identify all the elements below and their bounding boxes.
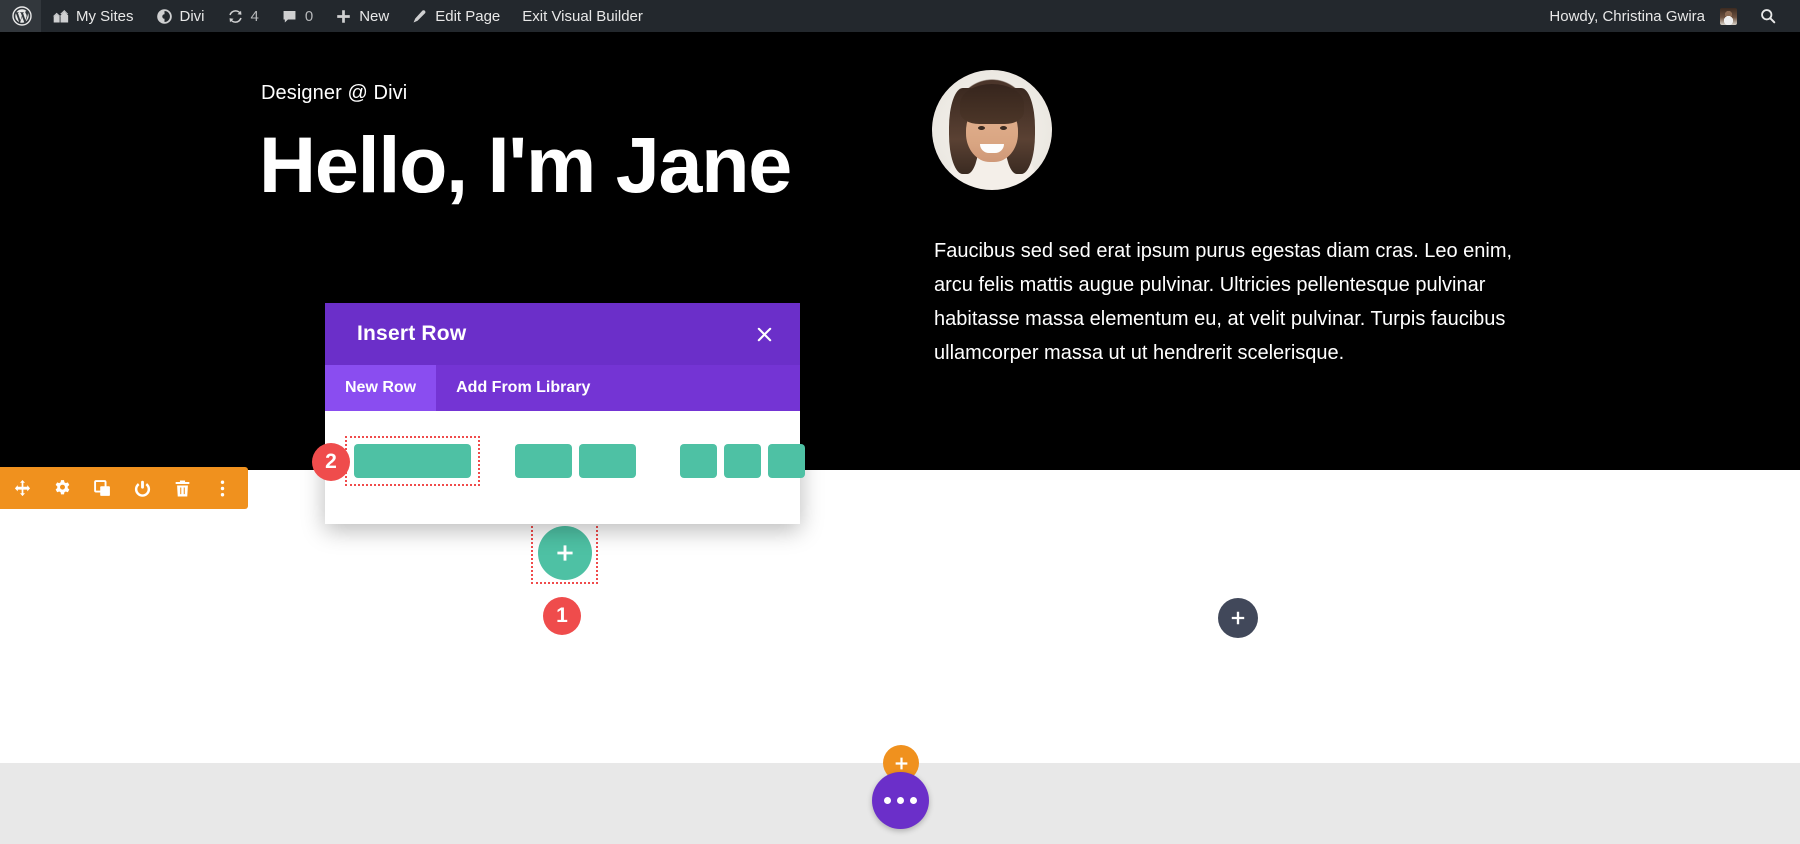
duplicate-icon[interactable] [92,478,112,498]
updates-icon [227,8,244,25]
gear-icon[interactable] [52,478,72,498]
hero-kicker: Designer @ Divi [261,82,408,104]
page-settings-menu-button[interactable] [872,772,929,829]
account-greeting: Howdy, Christina Gwira [1549,7,1705,25]
admin-bar-search-button[interactable] [1748,0,1788,32]
layout-column [680,444,717,478]
avatar [1720,7,1737,25]
modal-tabs: New Row Add From Library [325,365,800,411]
divi-logo-icon [156,8,173,25]
photo-detail [1000,126,1007,130]
ellipsis-icon [897,797,904,804]
profile-photo [932,70,1052,190]
modal-title: Insert Row [357,322,467,345]
trash-icon[interactable] [172,478,192,498]
section-toolbar [0,467,248,509]
insert-row-modal: Insert Row New Row Add From Library [325,303,805,524]
my-sites-icon [52,8,69,25]
pencil-icon [411,8,428,25]
tab-new-row[interactable]: New Row [325,365,437,411]
admin-bar-item-comments[interactable]: 0 [270,0,324,32]
photo-detail [960,84,1024,124]
row-layout-three-columns[interactable] [671,436,814,486]
layout-column [724,444,761,478]
layout-column [515,444,572,478]
tab-label: New Row [345,379,417,396]
comments-count: 0 [304,7,314,25]
hero-body-text: Faucibus sed sed erat ipsum purus egesta… [934,240,1513,364]
add-row-button[interactable] [537,526,592,580]
callout-badge-2: 2 [312,443,350,481]
photo-detail [978,126,985,130]
content-section[interactable] [0,470,1800,763]
tab-add-from-library[interactable]: Add From Library [436,365,610,411]
power-icon[interactable] [132,478,152,498]
ellipsis-icon [884,797,891,804]
admin-bar-item-exit-visual-builder[interactable]: Exit Visual Builder [511,0,654,32]
row-layout-two-columns[interactable] [506,436,645,486]
admin-bar-item-divi[interactable]: Divi [145,0,216,32]
ellipsis-icon [910,797,917,804]
updates-count: 4 [250,7,259,25]
admin-bar-item-label: Exit Visual Builder [522,7,643,25]
modal-header: Insert Row [325,303,800,365]
search-icon [1759,7,1777,25]
admin-bar-item-label: My Sites [76,7,134,25]
admin-bar-item-edit-page[interactable]: Edit Page [400,0,511,32]
visual-builder-screen: My Sites Divi 4 0 New Edit Page Exit Vis… [0,0,1800,844]
row-layout-list [325,411,805,524]
wordpress-logo-icon [12,6,32,26]
admin-bar-item-my-sites[interactable]: My Sites [41,0,145,32]
admin-bar-item-new[interactable]: New [324,0,400,32]
close-icon[interactable] [748,318,780,350]
plus-icon [335,8,352,25]
layout-column [768,444,805,478]
add-row-highlight [531,522,598,584]
admin-bar-item-label: Divi [179,7,205,25]
callout-badge-1: 1 [543,597,581,635]
wordpress-logo-button[interactable] [0,0,41,32]
move-icon[interactable] [12,478,32,498]
layout-column [579,444,636,478]
layout-column [354,444,471,478]
row-layout-one-column[interactable] [345,436,480,486]
add-module-button[interactable] [1218,598,1258,638]
admin-bar-account-menu[interactable]: Howdy, Christina Gwira [1538,0,1748,32]
admin-bar-item-label: Edit Page [435,7,501,25]
admin-bar-item-label: New [359,7,390,25]
page-title: Hello, I'm Jane [259,120,792,209]
more-vertical-icon[interactable] [212,478,232,498]
comments-icon [281,8,298,25]
admin-bar-left-group: My Sites Divi 4 0 New Edit Page Exit Vis… [0,0,654,32]
admin-bar-right-group: Howdy, Christina Gwira [1538,0,1800,32]
admin-bar-item-updates[interactable]: 4 [216,0,270,32]
tab-label: Add From Library [456,379,591,396]
wp-admin-bar: My Sites Divi 4 0 New Edit Page Exit Vis… [0,0,1800,32]
